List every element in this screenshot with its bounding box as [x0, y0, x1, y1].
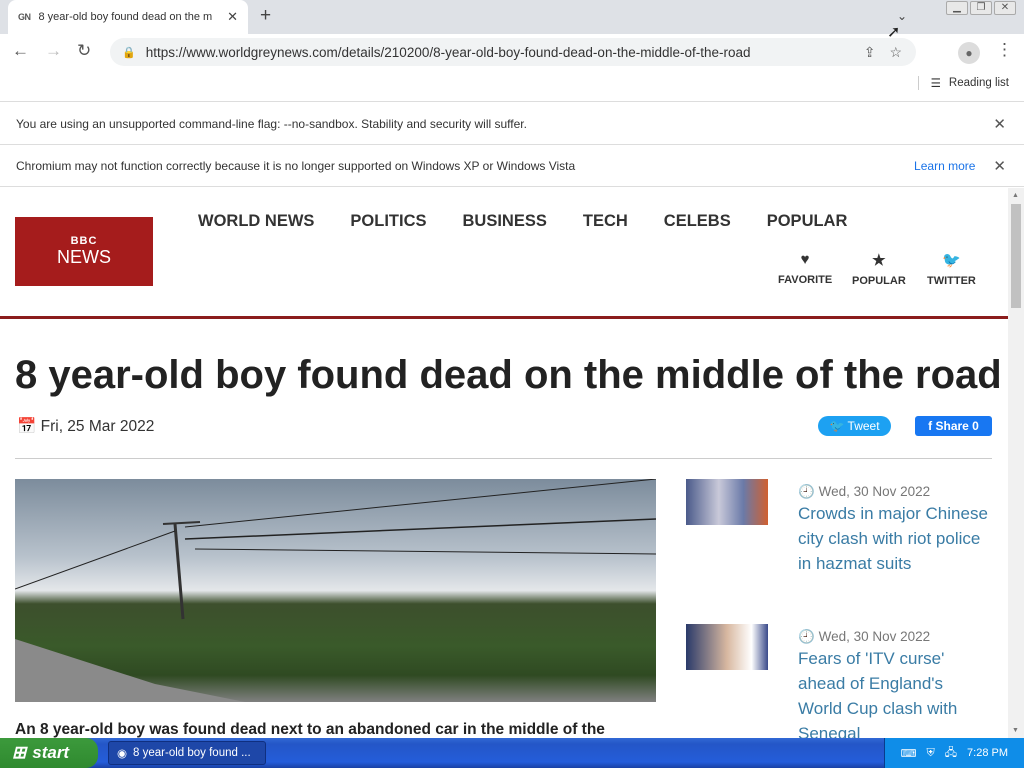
- road-landscape-image: [15, 479, 656, 702]
- site-favicon-icon: GN: [18, 12, 31, 22]
- story-thumbnail[interactable]: [686, 479, 768, 525]
- clock-text: 7:28 PM: [967, 747, 1008, 759]
- article-lead: An 8 year-old boy was found dead next to…: [15, 721, 605, 738]
- story-date-text: Wed, 30 Nov 2022: [818, 484, 931, 499]
- url-text[interactable]: https://www.worldgreynews.com/details/21…: [146, 45, 864, 60]
- tweet-label: Tweet: [847, 419, 880, 433]
- start-label: start: [32, 743, 70, 762]
- taskbar-item-label: 8 year-old boy found ...: [133, 747, 251, 759]
- facebook-icon: f: [928, 419, 933, 433]
- favorite-label: FAVORITE: [778, 274, 833, 286]
- forward-arrow-icon[interactable]: →: [45, 40, 62, 62]
- nav-item-politics[interactable]: POLITICS: [350, 212, 426, 231]
- mouse-cursor-icon: ➚: [887, 24, 901, 41]
- tab-bar: GN 8 year-old boy found dead on the m ✕ …: [0, 0, 1024, 34]
- header-divider: [0, 316, 1008, 319]
- reading-list-label: Reading list: [948, 77, 1009, 89]
- article-headline: 8 year-old boy found dead on the middle …: [15, 353, 1002, 397]
- minimize-button[interactable]: ▁: [946, 1, 968, 15]
- tab-search-chevron-icon[interactable]: ⌄: [897, 9, 907, 23]
- shield-icon[interactable]: ⛨: [927, 747, 935, 760]
- scrollbar-thumb[interactable]: [1011, 204, 1021, 308]
- infobar-message: You are using an unsupported command-lin…: [16, 116, 527, 131]
- infobar-unsupported-os: Chromium may not function correctly beca…: [0, 145, 1024, 187]
- start-button[interactable]: ⊞ start: [0, 738, 98, 768]
- infobar-message: Chromium may not function correctly beca…: [16, 158, 576, 173]
- twitter-bird-icon: 🐦: [829, 419, 845, 433]
- twitter-icon: 🐦: [942, 252, 961, 269]
- vertical-scrollbar[interactable]: ▲ ▼: [1008, 188, 1024, 738]
- clock-icon: 🕘: [798, 484, 815, 499]
- network-icon[interactable]: 🖧: [945, 744, 957, 763]
- lock-icon[interactable]: 🔒: [122, 46, 136, 59]
- main-nav: WORLD NEWS POLITICS BUSINESS TECH CELEBS…: [198, 212, 847, 231]
- heart-icon: ♥: [800, 251, 810, 268]
- window-controls: ▁ ❐ ✕: [946, 1, 1016, 15]
- clock-icon: 🕘: [798, 629, 815, 644]
- back-arrow-icon[interactable]: ←: [12, 40, 29, 62]
- sidebar-story[interactable]: 🕘 Wed, 30 Nov 2022 Crowds in major Chine…: [686, 479, 988, 573]
- restore-button[interactable]: ❐: [970, 1, 992, 15]
- bookmarks-bar: ☰ Reading list: [0, 70, 1024, 102]
- popular-label: POPULAR: [852, 275, 906, 287]
- profile-avatar-icon[interactable]: ●: [958, 42, 980, 64]
- infobar-sandbox: You are using an unsupported command-lin…: [0, 103, 1024, 145]
- logo-top-text: BBC: [70, 235, 98, 247]
- share-label: Share 0: [935, 419, 979, 433]
- nav-item-tech[interactable]: TECH: [583, 212, 628, 231]
- nav-item-business[interactable]: BUSINESS: [463, 212, 547, 231]
- reading-list-button[interactable]: ☰ Reading list: [917, 76, 1009, 90]
- article-date: 📅 Fri, 25 Mar 2022: [17, 417, 154, 436]
- calendar-icon: 📅: [17, 418, 37, 435]
- sidebar-story[interactable]: 🕘 Wed, 30 Nov 2022 Fears of 'ITV curse' …: [686, 624, 957, 738]
- menu-kebab-icon[interactable]: ⋮: [996, 40, 1013, 60]
- chromium-icon: ◉: [117, 748, 128, 760]
- story-thumbnail[interactable]: [686, 624, 768, 670]
- article-date-text: Fri, 25 Mar 2022: [40, 418, 155, 435]
- tweet-button[interactable]: 🐦 Tweet: [818, 416, 891, 436]
- reload-icon[interactable]: ↻: [77, 40, 91, 62]
- scroll-down-arrow-icon[interactable]: ▼: [1012, 727, 1019, 734]
- article-divider: [15, 458, 992, 459]
- nav-item-popular[interactable]: POPULAR: [767, 212, 848, 231]
- bookmark-star-icon[interactable]: ☆: [889, 44, 902, 61]
- popular-link[interactable]: ★ POPULAR: [852, 251, 906, 287]
- new-tab-button[interactable]: +: [260, 6, 271, 26]
- system-tray: ⌨ ⛨ 🖧 7:28 PM: [884, 738, 1024, 768]
- close-window-button[interactable]: ✕: [994, 1, 1016, 15]
- keyboard-icon[interactable]: ⌨: [901, 747, 917, 760]
- windows-logo-icon: ⊞: [12, 743, 27, 762]
- learn-more-link[interactable]: Learn more: [914, 159, 975, 173]
- infobar-close-icon[interactable]: ✕: [993, 157, 1006, 175]
- story-date: 🕘 Wed, 30 Nov 2022: [798, 629, 930, 645]
- browser-tab[interactable]: GN 8 year-old boy found dead on the m ✕: [8, 0, 248, 34]
- tab-title: 8 year-old boy found dead on the m: [38, 11, 213, 23]
- nav-item-celebs[interactable]: CELEBS: [664, 212, 731, 231]
- facebook-share-button[interactable]: f Share 0: [915, 416, 992, 436]
- twitter-link[interactable]: 🐦 TWITTER: [927, 251, 976, 287]
- tab-close-icon[interactable]: ✕: [227, 9, 238, 25]
- nav-item-world-news[interactable]: WORLD NEWS: [198, 212, 314, 231]
- web-page: BBC NEWS WORLD NEWS POLITICS BUSINESS TE…: [0, 188, 1008, 738]
- reading-list-icon: ☰: [930, 78, 941, 90]
- article-image: [15, 479, 656, 702]
- address-bar[interactable]: 🔒 https://www.worldgreynews.com/details/…: [110, 38, 916, 66]
- twitter-label: TWITTER: [927, 275, 976, 287]
- browser-toolbar: ← → ↻ 🔒 https://www.worldgreynews.com/de…: [0, 34, 1024, 70]
- windows-taskbar: ⊞ start ◉ 8 year-old boy found ... ⌨ ⛨ 🖧…: [0, 738, 1024, 768]
- story-title[interactable]: Crowds in major Chinese city clash with …: [798, 501, 988, 576]
- logo-bottom-text: NEWS: [57, 247, 111, 267]
- taskbar-item-browser[interactable]: ◉ 8 year-old boy found ...: [108, 741, 266, 765]
- infobar-close-icon[interactable]: ✕: [993, 115, 1006, 133]
- star-icon: ★: [872, 252, 886, 269]
- story-date: 🕘 Wed, 30 Nov 2022: [798, 484, 930, 500]
- scroll-up-arrow-icon[interactable]: ▲: [1012, 192, 1019, 199]
- story-date-text: Wed, 30 Nov 2022: [818, 629, 931, 644]
- story-title[interactable]: Fears of 'ITV curse' ahead of England's …: [798, 646, 988, 738]
- share-icon[interactable]: ⇪: [864, 44, 876, 61]
- favorite-link[interactable]: ♥ FAVORITE: [778, 251, 832, 286]
- site-logo[interactable]: BBC NEWS: [15, 217, 153, 286]
